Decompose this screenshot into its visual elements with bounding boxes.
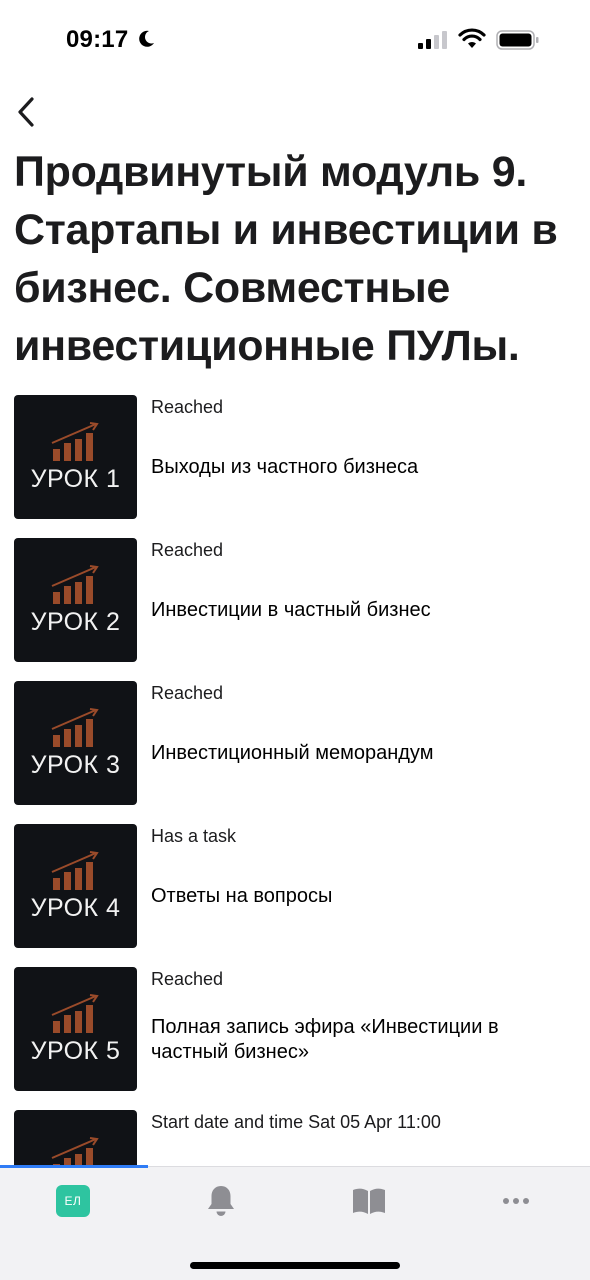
lesson-item-5[interactable]: УРОК 5 Reached Полная запись эфира «Инве… [0, 967, 590, 1091]
lesson-status: Has a task [151, 826, 237, 846]
screen: 09:17 Продвинутый модуль 9. Стартапы и и… [0, 0, 590, 1280]
lesson-status: Reached [151, 397, 224, 417]
lesson-status: Reached [151, 683, 224, 703]
growth-chart-icon [51, 851, 99, 890]
battery-icon [496, 30, 539, 50]
lesson-title: Полная запись эфира «Инвестиции в частны… [151, 1016, 499, 1063]
lesson-thumbnail: УРОК 4 [14, 824, 137, 948]
lesson-title: Инвестиции в частный бизнес [151, 599, 431, 621]
lesson-thumb-label: УРОК 5 [30, 1037, 121, 1065]
tab-progress-bar [0, 1165, 148, 1168]
lesson-thumb-label: УРОК 2 [30, 608, 121, 636]
lesson-item-3[interactable]: УРОК 3 Reached Инвестиционный меморандум [0, 681, 590, 805]
lesson-thumb-label: УРОК 3 [30, 751, 121, 779]
tab-more[interactable] [486, 1181, 546, 1221]
lesson-title: Выходы из частного бизнеса [151, 456, 419, 478]
page-title: Продвинутый модуль 9. Стартапы и инвести… [14, 148, 558, 370]
lesson-thumbnail: УРОК 2 [14, 538, 137, 662]
growth-chart-icon [51, 422, 99, 461]
status-bar: 09:17 [0, 0, 590, 80]
lesson-status: Reached [151, 540, 224, 560]
book-icon [353, 1188, 385, 1214]
lesson-status: Reached [151, 969, 224, 989]
home-indicator[interactable] [190, 1262, 400, 1269]
lesson-thumbnail: УРОК 1 [14, 395, 137, 519]
lesson-thumb-label: УРОК 4 [30, 894, 121, 922]
growth-chart-icon [51, 708, 99, 747]
lesson-item-2[interactable]: УРОК 2 Reached Инвестиции в частный бизн… [0, 538, 590, 662]
tab-library[interactable] [339, 1181, 399, 1221]
lesson-status: Start date and time Sat 05 Apr 11:00 [151, 1112, 441, 1132]
status-time: 09:17 [66, 26, 129, 53]
moon-icon [139, 30, 154, 47]
more-icon [503, 1198, 529, 1204]
signal-icon [418, 31, 447, 49]
tab-notifications[interactable] [191, 1181, 251, 1221]
growth-chart-icon [51, 565, 99, 604]
lesson-thumbnail: УРОК 3 [14, 681, 137, 805]
lesson-title: Ответы на вопросы [151, 885, 333, 907]
growth-chart-icon [51, 994, 99, 1033]
wifi-icon [458, 28, 486, 48]
bell-icon [208, 1186, 234, 1216]
lesson-item-1[interactable]: УРОК 1 Reached Выходы из частного бизнес… [0, 395, 590, 519]
lesson-thumb-label: УРОК 1 [30, 465, 121, 493]
lesson-title: Инвестиционный меморандум [151, 742, 434, 764]
chevron-left-icon [18, 97, 34, 127]
lesson-thumbnail: УРОК 5 [14, 967, 137, 1091]
lesson-item-4[interactable]: УРОК 4 Has a task Ответы на вопросы [0, 824, 590, 948]
back-button[interactable] [6, 90, 46, 134]
tab-profile[interactable]: ЕЛ [43, 1181, 103, 1221]
avatar-icon: ЕЛ [56, 1185, 90, 1217]
